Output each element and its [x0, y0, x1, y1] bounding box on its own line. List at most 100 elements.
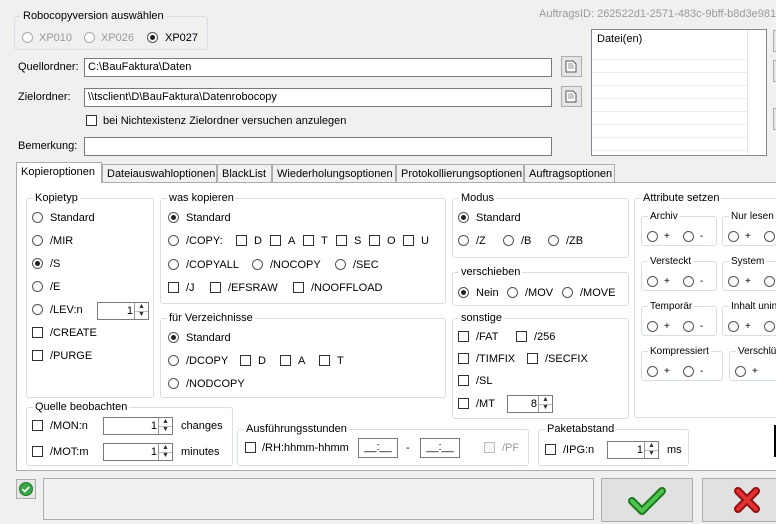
- radio-modus-z[interactable]: [458, 235, 469, 246]
- purge-label: /PURGE: [50, 350, 93, 362]
- rh-to-input[interactable]: __:__: [420, 438, 460, 458]
- rh-from-input[interactable]: __:__: [358, 438, 398, 458]
- pf-checkbox[interactable]: [484, 442, 495, 453]
- zielordner-browse-button[interactable]: [561, 86, 582, 107]
- nooffload-checkbox[interactable]: [293, 282, 304, 293]
- attr-nurlesen-plus-radio[interactable]: [728, 231, 739, 242]
- attr-inhalt-minus-radio[interactable]: [764, 321, 775, 332]
- mt-checkbox[interactable]: [458, 398, 469, 409]
- copy-flag-d-checkbox[interactable]: [236, 235, 247, 246]
- radio-kopietyp-mir[interactable]: [32, 235, 43, 246]
- efsraw-checkbox[interactable]: [210, 282, 221, 293]
- quellordner-browse-button[interactable]: [561, 56, 582, 77]
- attr-kompressiert-minus-radio[interactable]: [683, 366, 694, 377]
- attr-system-minus-radio[interactable]: [764, 276, 775, 287]
- radio-modus-standard[interactable]: [458, 212, 469, 223]
- sl-checkbox[interactable]: [458, 375, 469, 386]
- copy-flag-a-checkbox[interactable]: [270, 235, 281, 246]
- attr-system-plus-radio[interactable]: [728, 276, 739, 287]
- dateien-header-label: Datei(en): [597, 33, 643, 45]
- j-label: /J: [186, 282, 195, 294]
- attr-versteckt-minus-radio[interactable]: [683, 276, 694, 287]
- tab-kopieroptionen[interactable]: Kopieroptionen: [16, 162, 102, 183]
- ipg-checkbox[interactable]: [545, 444, 556, 455]
- radio-dir-standard[interactable]: [168, 332, 179, 343]
- attr-temporaer-minus-radio[interactable]: [683, 321, 694, 332]
- mon-stepper[interactable]: 1 ▲ ▼: [103, 417, 173, 435]
- radio-xp010[interactable]: [22, 32, 33, 43]
- copy-flag-s-checkbox[interactable]: [336, 235, 347, 246]
- radio-move-label: /MOVE: [580, 287, 616, 299]
- attr-versteckt-plus-radio[interactable]: [647, 276, 658, 287]
- ipg-label: /IPG:n: [563, 444, 595, 456]
- radio-xp027[interactable]: [147, 32, 158, 43]
- tab-blacklist[interactable]: BlackList: [217, 164, 272, 182]
- fat-checkbox[interactable]: [458, 331, 469, 342]
- attr-archiv-minus-radio[interactable]: [683, 231, 694, 242]
- ok-button[interactable]: [601, 478, 693, 522]
- quellordner-input[interactable]: C:\BauFaktura\Daten: [84, 58, 552, 77]
- zielordner-input[interactable]: \\tsclient\D\BauFaktura\Datenrobocopy: [84, 88, 552, 107]
- nichtexistenz-checkbox[interactable]: [86, 115, 97, 126]
- stepper-down-icon[interactable]: ▼: [538, 404, 552, 412]
- stepper-down-icon[interactable]: ▼: [158, 452, 172, 460]
- radio-dcopy[interactable]: [168, 355, 179, 366]
- attr-temporaer-plus-radio[interactable]: [647, 321, 658, 332]
- radio-nodcopy[interactable]: [168, 378, 179, 389]
- ipg-stepper[interactable]: 1 ▲ ▼: [607, 441, 659, 459]
- radio-kopietyp-standard[interactable]: [32, 212, 43, 223]
- cancel-button[interactable]: [702, 478, 776, 522]
- tab-dateiauswahloptionen[interactable]: Dateiauswahloptionen: [102, 164, 217, 182]
- radio-modus-zb[interactable]: [548, 235, 559, 246]
- radio-move[interactable]: [562, 287, 573, 298]
- radio-nein[interactable]: [458, 287, 469, 298]
- timfix-checkbox[interactable]: [458, 353, 469, 364]
- copy-flag-u-checkbox[interactable]: [403, 235, 414, 246]
- bemerkung-input[interactable]: [84, 137, 552, 156]
- mt-stepper[interactable]: 8 ▲ ▼: [507, 395, 553, 413]
- radio-copyall[interactable]: [168, 259, 179, 270]
- dcopy-flag-a-checkbox[interactable]: [280, 355, 291, 366]
- dateien-list[interactable]: Datei(en): [591, 29, 767, 156]
- dcopy-flag-d-checkbox[interactable]: [240, 355, 251, 366]
- copy-flag-t-checkbox[interactable]: [303, 235, 314, 246]
- attr-nurlesen-title: Nur lesen: [729, 211, 776, 223]
- create-checkbox[interactable]: [32, 327, 43, 338]
- radio-kopietyp-s[interactable]: [32, 258, 43, 269]
- copy-flag-d-label: D: [254, 235, 262, 247]
- dcopy-flag-t-checkbox[interactable]: [319, 355, 330, 366]
- folder-icon: [565, 90, 577, 103]
- radio-copy[interactable]: [168, 235, 179, 246]
- tab-protokollierungsoptionen[interactable]: Protokollierungsoptionen: [396, 164, 524, 182]
- radio-mov[interactable]: [507, 287, 518, 298]
- purge-checkbox[interactable]: [32, 350, 43, 361]
- stepper-down-icon[interactable]: ▼: [158, 426, 172, 434]
- copy-flag-o-checkbox[interactable]: [369, 235, 380, 246]
- mot-stepper[interactable]: 1 ▲ ▼: [103, 443, 173, 461]
- radio-xp026[interactable]: [84, 32, 95, 43]
- j-checkbox[interactable]: [168, 282, 179, 293]
- mon-checkbox[interactable]: [32, 420, 43, 431]
- s256-checkbox[interactable]: [516, 331, 527, 342]
- tab-auftragsoptionen[interactable]: Auftragsoptionen: [524, 164, 615, 182]
- attr-archiv-plus-radio[interactable]: [647, 231, 658, 242]
- attr-verschluesselt-plus-radio[interactable]: [735, 366, 746, 377]
- stepper-down-icon[interactable]: ▼: [134, 311, 148, 319]
- radio-sec[interactable]: [335, 259, 346, 270]
- attr-inhalt-plus-radio[interactable]: [728, 321, 739, 332]
- lev-stepper[interactable]: 1 ▲ ▼: [97, 302, 149, 320]
- radio-mov-label: /MOV: [525, 287, 554, 299]
- secfix-checkbox[interactable]: [527, 353, 538, 364]
- attr-versteckt-plus-label: +: [664, 276, 670, 287]
- mot-checkbox[interactable]: [32, 446, 43, 457]
- tab-wiederholungsoptionen[interactable]: Wiederholungsoptionen: [272, 164, 396, 182]
- radio-modus-b[interactable]: [503, 235, 514, 246]
- stepper-down-icon[interactable]: ▼: [644, 450, 658, 458]
- attr-nurlesen-minus-radio[interactable]: [764, 231, 775, 242]
- rh-checkbox[interactable]: [245, 442, 256, 453]
- attr-kompressiert-plus-radio[interactable]: [647, 366, 658, 377]
- radio-nocopy[interactable]: [252, 259, 263, 270]
- radio-kopietyp-lev[interactable]: [32, 304, 43, 315]
- radio-copy-standard[interactable]: [168, 212, 179, 223]
- radio-kopietyp-e[interactable]: [32, 281, 43, 292]
